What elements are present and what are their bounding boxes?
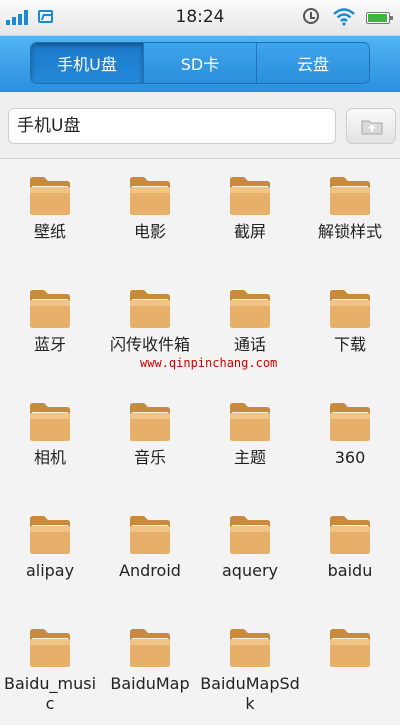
folder-label: 主题	[233, 448, 266, 467]
tab-sd-card[interactable]: SD卡	[143, 43, 256, 83]
folder-label: 下载	[333, 335, 366, 354]
alarm-icon	[303, 8, 319, 24]
folder-icon	[128, 174, 172, 216]
folder-icon	[28, 287, 72, 329]
folder-label: Baidu_music	[3, 674, 97, 713]
folder-icon	[228, 174, 272, 216]
folder-icon	[328, 400, 372, 442]
folder-item[interactable]: 主题	[200, 386, 300, 496]
wifi-icon	[333, 8, 355, 26]
tab-cloud-disk[interactable]: 云盘	[256, 43, 369, 83]
folder-icon	[28, 626, 72, 668]
folder-item[interactable]: BaiduMapSdk	[200, 612, 300, 722]
up-directory-button[interactable]	[346, 108, 396, 144]
tab-phone-udisk[interactable]: 手机U盘	[31, 43, 143, 83]
folder-item[interactable]: 壁纸	[0, 160, 100, 270]
folder-label: 截屏	[233, 222, 266, 241]
folder-label: 360	[334, 448, 366, 467]
folder-label: 闪传收件箱	[109, 335, 190, 354]
folder-item[interactable]: 相机	[0, 386, 100, 496]
folder-icon	[228, 287, 272, 329]
folder-item[interactable]: 360	[300, 386, 400, 496]
folder-label: aquery	[222, 561, 278, 580]
folder-item[interactable]	[300, 612, 400, 722]
storage-tabs-header: 手机U盘 SD卡 云盘	[0, 36, 400, 92]
folder-icon	[28, 513, 72, 555]
folder-icon	[228, 626, 272, 668]
folder-icon	[328, 513, 372, 555]
folder-item[interactable]: 音乐	[100, 386, 200, 496]
folder-icon	[228, 513, 272, 555]
folder-label: alipay	[25, 561, 75, 580]
folder-label: 相机	[33, 448, 66, 467]
folder-label: BaiduMapSdk	[200, 674, 300, 713]
folder-item[interactable]: Baidu_music	[0, 612, 100, 722]
battery-icon	[366, 12, 393, 24]
folder-item[interactable]: 下载	[300, 273, 400, 383]
folder-icon	[28, 174, 72, 216]
folder-icon	[128, 626, 172, 668]
watermark-text: www.qinpinchang.com	[140, 356, 278, 370]
folder-label: 音乐	[133, 448, 166, 467]
folder-label: baidu	[327, 561, 373, 580]
folder-item[interactable]: 截屏	[200, 160, 300, 270]
folder-icon	[128, 513, 172, 555]
folder-item[interactable]: baidu	[300, 499, 400, 609]
folder-icon	[128, 287, 172, 329]
status-bar: 18:24	[0, 0, 400, 36]
folder-item[interactable]: Android	[100, 499, 200, 609]
folder-icon	[28, 400, 72, 442]
folder-label: 电影	[133, 222, 166, 241]
folder-label: 蓝牙	[33, 335, 66, 354]
folder-item[interactable]: 解锁样式	[300, 160, 400, 270]
path-bar: 手机U盘	[0, 92, 400, 159]
folder-grid: 壁纸 电影 截屏 解锁样式蓝牙 闪传收件箱 通话 下载相机 音乐 主题 360 alipay Andr…	[0, 160, 400, 725]
folder-label: 解锁样式	[317, 222, 382, 241]
upload-folder-icon	[361, 120, 383, 135]
storage-segmented-control: 手机U盘 SD卡 云盘	[30, 42, 370, 84]
folder-label: BaiduMap	[110, 674, 190, 693]
current-path-field[interactable]: 手机U盘	[8, 108, 336, 144]
folder-label: 壁纸	[33, 222, 66, 241]
folder-item[interactable]: aquery	[200, 499, 300, 609]
folder-label: Android	[119, 561, 181, 580]
folder-icon	[328, 626, 372, 668]
folder-icon	[328, 174, 372, 216]
folder-item[interactable]: BaiduMap	[100, 612, 200, 722]
folder-item[interactable]: 电影	[100, 160, 200, 270]
folder-icon	[128, 400, 172, 442]
folder-label: 通话	[233, 335, 266, 354]
folder-icon	[228, 400, 272, 442]
folder-item[interactable]: 蓝牙	[0, 273, 100, 383]
folder-icon	[328, 287, 372, 329]
folder-item[interactable]: alipay	[0, 499, 100, 609]
